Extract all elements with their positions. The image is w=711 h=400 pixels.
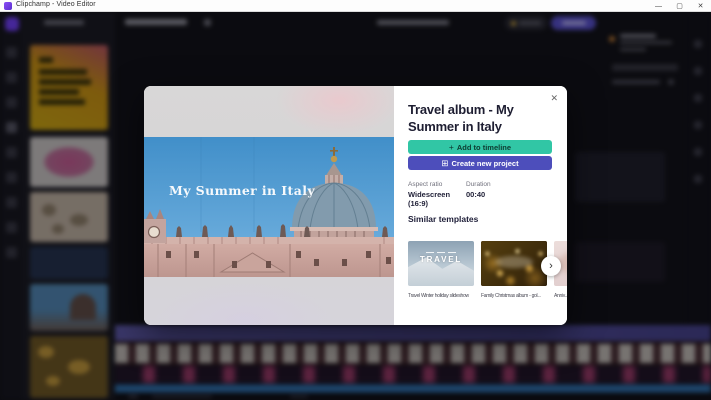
window-titlebar: Clipchamp - Video Editor — ▢ ✕ bbox=[0, 0, 711, 12]
thumbnail-overlay-text: TRAVEL bbox=[419, 255, 463, 264]
chevron-right-icon: › bbox=[549, 260, 553, 272]
clipchamp-app-icon bbox=[4, 2, 12, 10]
close-button[interactable]: ✕ bbox=[690, 0, 711, 12]
new-project-icon: ⊞ bbox=[441, 157, 449, 168]
template-video-preview[interactable]: My Summer in Italy bbox=[144, 86, 394, 325]
plus-icon: + bbox=[448, 141, 454, 152]
aspect-ratio-label: Aspect ratio bbox=[408, 181, 443, 188]
video-title-text: My Summer in Italy bbox=[169, 183, 315, 198]
basilica-facade bbox=[144, 237, 394, 277]
template-caption: Family Christmas album - gol... bbox=[481, 293, 541, 299]
create-new-project-button[interactable]: ⊞ Create new project bbox=[408, 156, 552, 170]
similar-templates-heading: Similar templates bbox=[408, 214, 479, 224]
similar-template-thumbnail[interactable]: TRAVEL bbox=[408, 241, 474, 286]
template-caption: Travel Winter holiday slideshow bbox=[408, 293, 469, 299]
create-new-project-label: Create new project bbox=[451, 158, 519, 168]
aspect-ratio-value: Widescreen (16:9) bbox=[408, 190, 451, 208]
thumbnail-subtitle-blur bbox=[426, 252, 456, 253]
window-title: Clipchamp - Video Editor bbox=[16, 1, 96, 8]
template-details-panel: ✕ Travel album - My Summer in Italy + Ad… bbox=[394, 86, 567, 325]
minimize-button[interactable]: — bbox=[648, 0, 669, 12]
carousel-next-button[interactable]: › bbox=[541, 256, 561, 276]
duration-label: Duration bbox=[466, 181, 491, 188]
app-window: My Summer in Italy ✕ Travel album - My S… bbox=[0, 0, 711, 400]
template-meta: Aspect ratio Widescreen (16:9) Duration … bbox=[408, 181, 491, 208]
duration-value: 00:40 bbox=[466, 190, 486, 199]
script-text-blur bbox=[495, 256, 533, 268]
add-to-timeline-label: Add to timeline bbox=[456, 142, 512, 152]
add-to-timeline-button[interactable]: + Add to timeline bbox=[408, 140, 552, 154]
maximize-button[interactable]: ▢ bbox=[669, 0, 690, 12]
template-title: Travel album - My Summer in Italy bbox=[408, 102, 514, 135]
video-frame: My Summer in Italy bbox=[144, 137, 394, 277]
template-preview-dialog: My Summer in Italy ✕ Travel album - My S… bbox=[144, 86, 567, 325]
similar-template-thumbnail[interactable] bbox=[481, 241, 547, 286]
template-caption: Anniv... bbox=[554, 293, 567, 299]
